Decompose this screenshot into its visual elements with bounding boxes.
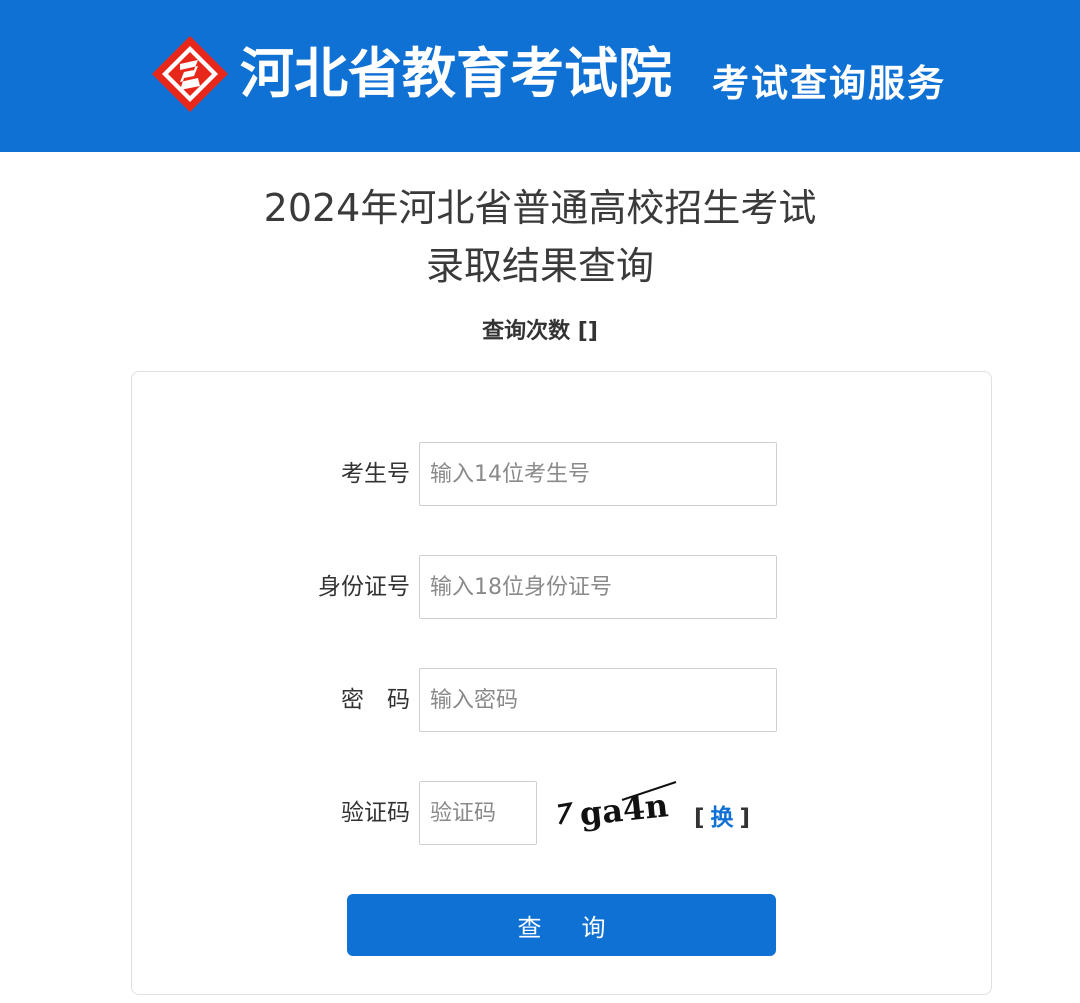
exam-no-label: 考生号 (341, 461, 410, 487)
hebei-exam-logo-icon (152, 36, 228, 112)
refresh-bracket-close: ] (739, 805, 751, 831)
captcha-input[interactable] (419, 781, 537, 845)
query-count: 查询次数 [] (482, 319, 598, 344)
password-input[interactable] (419, 668, 777, 732)
id-no-input[interactable] (419, 555, 777, 619)
site-header: 河北省教育考试院 考试查询服务 (0, 0, 1080, 152)
captcha-refresh: [换] (694, 798, 750, 838)
captcha-text: ga4n (578, 786, 670, 833)
query-submit-button[interactable]: 查询 (347, 894, 776, 956)
captcha-label: 验证码 (341, 800, 410, 826)
password-label: 密 码 (341, 687, 410, 713)
page-title-line2: 录取结果查询 (425, 244, 654, 288)
brand-subtitle: 考试查询服务 (712, 61, 946, 105)
page-title-line1: 2024年河北省普通高校招生考试 (263, 186, 817, 230)
captcha-refresh-link[interactable]: 换 (711, 805, 734, 831)
brand-title: 河北省教育考试院 (240, 42, 672, 105)
exam-no-input[interactable] (419, 442, 777, 506)
id-no-label: 身份证号 (318, 574, 410, 600)
refresh-bracket-open: [ (694, 805, 705, 831)
captcha-image[interactable]: ga4n (552, 778, 682, 838)
